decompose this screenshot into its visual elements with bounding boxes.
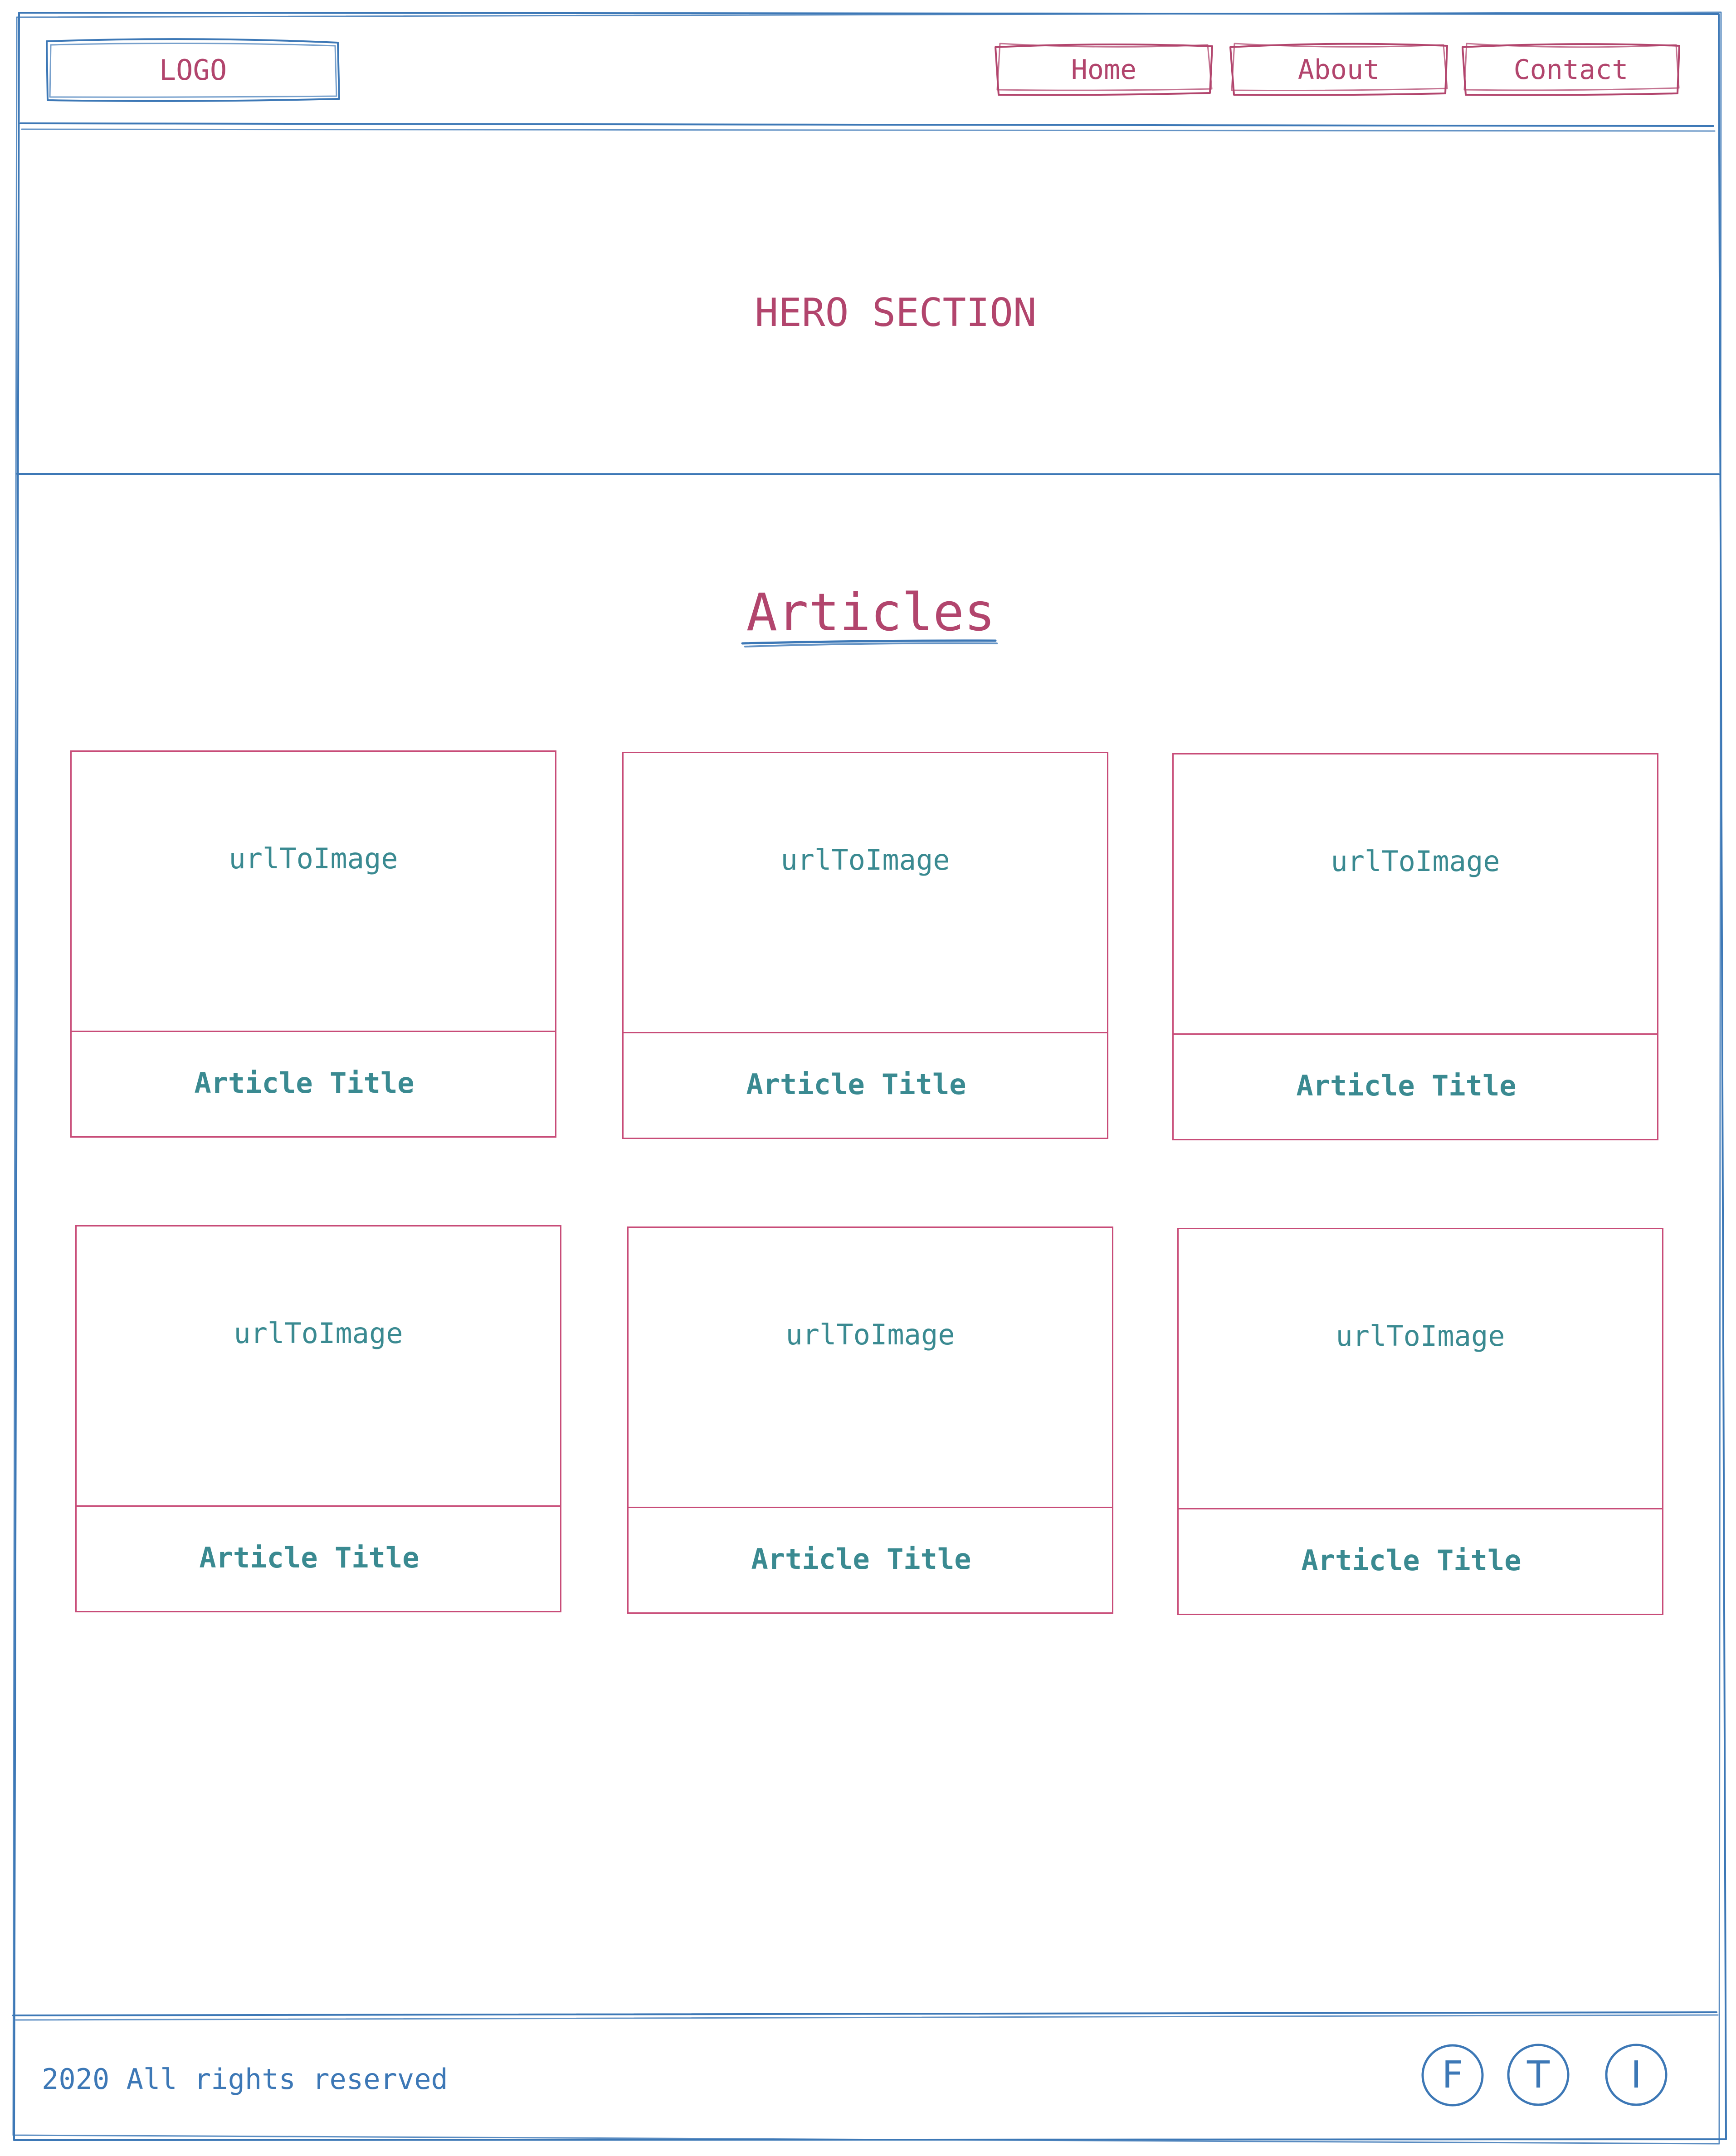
facebook-icon[interactable]: F bbox=[1423, 2045, 1482, 2105]
article-card[interactable]: urlToImage Article Title bbox=[1177, 1228, 1663, 1615]
card-divider bbox=[1179, 1508, 1662, 1509]
article-card[interactable]: urlToImage Article Title bbox=[622, 752, 1108, 1139]
copyright-text: 2020 All rights reserved bbox=[42, 2062, 448, 2096]
footer-divider bbox=[12, 2011, 1717, 2016]
article-card[interactable]: urlToImage Article Title bbox=[75, 1225, 561, 1612]
article-card[interactable]: urlToImage Article Title bbox=[70, 750, 556, 1138]
twitter-icon[interactable]: T bbox=[1508, 2045, 1568, 2105]
hero-title: HERO SECTION bbox=[755, 290, 1037, 336]
article-title[interactable]: Article Title bbox=[63, 1060, 546, 1105]
article-card[interactable]: urlToImage Article Title bbox=[1172, 753, 1658, 1140]
card-divider bbox=[77, 1505, 560, 1507]
article-title[interactable]: Article Title bbox=[1170, 1538, 1653, 1583]
article-title[interactable]: Article Title bbox=[68, 1535, 551, 1580]
article-image-placeholder: urlToImage bbox=[1336, 1319, 1505, 1353]
article-title[interactable]: Article Title bbox=[614, 1061, 1098, 1107]
article-title[interactable]: Article Title bbox=[619, 1536, 1103, 1582]
nav-about-link[interactable]: About bbox=[1230, 44, 1447, 95]
articles-heading: Articles bbox=[746, 582, 995, 642]
card-divider bbox=[72, 1031, 555, 1032]
card-divider bbox=[629, 1507, 1112, 1508]
article-title[interactable]: Article Title bbox=[1165, 1063, 1648, 1108]
logo[interactable]: LOGO bbox=[47, 40, 339, 100]
card-divider bbox=[1174, 1033, 1657, 1035]
instagram-icon[interactable]: I bbox=[1606, 2045, 1666, 2105]
header-divider bbox=[20, 122, 1714, 127]
article-card[interactable]: urlToImage Article Title bbox=[627, 1226, 1113, 1614]
article-image-placeholder: urlToImage bbox=[780, 843, 950, 876]
article-image-placeholder: urlToImage bbox=[785, 1318, 955, 1351]
article-image-placeholder: urlToImage bbox=[229, 842, 398, 875]
card-divider bbox=[624, 1032, 1107, 1033]
header-divider-second-stroke bbox=[21, 128, 1716, 132]
nav-contact-link[interactable]: Contact bbox=[1463, 44, 1679, 95]
nav-home-link[interactable]: Home bbox=[995, 44, 1212, 95]
footer-divider-second-stroke bbox=[15, 2014, 1719, 2021]
article-image-placeholder: urlToImage bbox=[1331, 844, 1500, 878]
article-image-placeholder: urlToImage bbox=[234, 1316, 403, 1350]
